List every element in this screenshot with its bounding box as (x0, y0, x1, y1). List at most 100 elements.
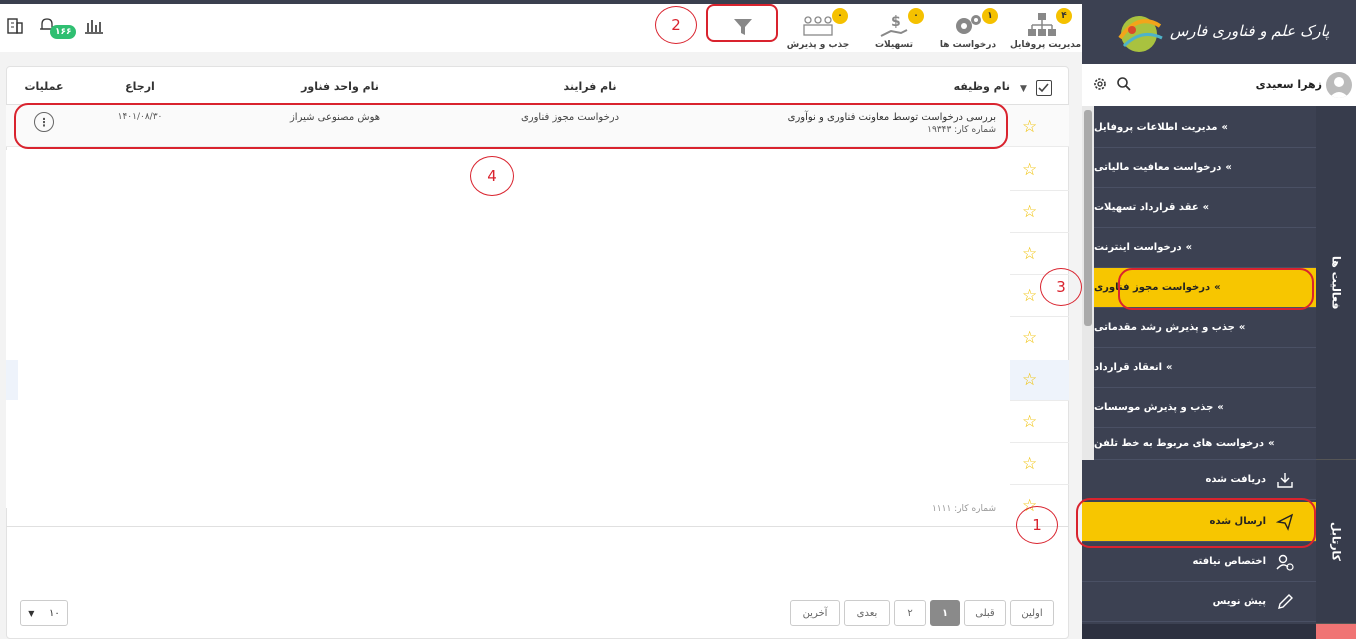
chevron-double-icon: » (1238, 322, 1246, 333)
topbar-item-label: درخواست ها (939, 40, 997, 50)
chevron-double-icon: » (1221, 122, 1228, 133)
sidebar-item-tax-exemption[interactable]: » درخواست معافیت مالیاتی (1094, 148, 1316, 188)
cartable-item-label: اختصاص نیافته (1192, 556, 1266, 567)
row-highlight-edge (6, 360, 18, 400)
pagination-last[interactable]: آخرین (790, 600, 840, 626)
annotation-number-2: 2 (655, 6, 697, 44)
page-size-value: ۱۰ (48, 607, 60, 619)
annotation-number-3: 3 (1040, 268, 1082, 306)
chevron-double-icon: » (1268, 438, 1275, 449)
table-bottom-divider (6, 526, 1069, 527)
sidebar-item-label: مدیریت اطلاعات پروفایل (1094, 122, 1218, 133)
cartable-unassigned[interactable]: اختصاص نیافته (1082, 542, 1316, 582)
pagination-page-1[interactable]: ۱ (930, 600, 960, 626)
collapse-sidebar-button[interactable] (1316, 624, 1356, 639)
row-divider (1010, 400, 1069, 401)
row-divider (1010, 190, 1069, 191)
avatar[interactable] (1326, 72, 1352, 98)
column-header-task[interactable]: نام وظیفه (930, 80, 1010, 93)
table-left-gutter (6, 150, 18, 508)
topbar-facilities[interactable]: $ ۰ تسهیلات (862, 8, 926, 50)
topbar-item-label: تسهیلات (874, 40, 914, 50)
tab-cartable[interactable]: کارتابل (1316, 460, 1356, 624)
sidebar-item-label: درخواست اینترنت (1094, 242, 1182, 253)
sidebar-item-internet-request[interactable]: » درخواست اینترنت (1094, 228, 1316, 268)
sidebar-scrollbar[interactable] (1082, 106, 1094, 460)
column-header-referral[interactable]: ارجاع (110, 80, 170, 93)
page-size-select[interactable]: ▼ ۱۰ (20, 600, 68, 626)
sidebar-item-label: درخواست های مربوط به خط تلفن (1094, 438, 1265, 449)
chevron-double-icon: » (1225, 162, 1232, 173)
cartable-item-label: پیش نویس (1212, 596, 1266, 607)
star-icon[interactable]: ☆ (1022, 370, 1037, 390)
sidebar-item-contract-conclusion[interactable]: » انعقاد قرارداد (1094, 348, 1316, 388)
row-divider (1010, 484, 1069, 485)
building-icon[interactable] (6, 16, 24, 38)
table-body-overlay (18, 150, 1010, 508)
brand-logo-text: پارک علم و فناوری فارس (1170, 22, 1330, 40)
brand-header: پارک علم و فناوری فارس (1082, 0, 1356, 64)
sidebar-item-facility-contract[interactable]: » عقد قرارداد تسهیلات (1094, 188, 1316, 228)
search-icon[interactable] (1116, 76, 1132, 95)
topbar-item-label: مدیریت پروفایل (1010, 40, 1082, 50)
user-name[interactable]: زهرا سعیدی (1242, 78, 1322, 91)
select-all-checkbox[interactable] (1036, 80, 1052, 96)
star-icon[interactable]: ☆ (1022, 244, 1037, 264)
pagination-page-2[interactable]: ۲ (894, 600, 926, 626)
star-icon[interactable]: ☆ (1022, 412, 1037, 432)
faded-row-text: شماره کار: ۱۱۱۱ (931, 504, 996, 514)
star-icon[interactable]: ☆ (1022, 160, 1037, 180)
column-header-process[interactable]: نام فرایند (540, 80, 640, 93)
profile-badge: ۴ (1056, 8, 1072, 24)
star-icon[interactable]: ☆ (1022, 202, 1037, 222)
annotation-number-4: 4 (470, 156, 514, 196)
tab-activities[interactable]: فعالیت ها (1316, 106, 1356, 460)
chevron-double-icon: » (1185, 242, 1193, 253)
facilities-badge: ۰ (908, 8, 924, 24)
annotation-highlight-sent (1076, 498, 1316, 548)
topbar-profile-management[interactable]: ۴ مدیریت پروفایل (1010, 8, 1082, 50)
sidebar-item-label: عقد قرارداد تسهیلات (1094, 202, 1199, 213)
topbar-recruitment[interactable]: ۰ جذب و پذیرش (786, 8, 850, 50)
annotation-highlight-tech-license (1118, 268, 1314, 310)
pagination-prev[interactable]: قبلی (964, 600, 1006, 626)
annotation-highlight-row (14, 103, 1008, 149)
money-hand-icon: $ (880, 14, 908, 37)
topbar-item-label: جذب و پذیرش (786, 40, 850, 50)
pagination-next[interactable]: بعدی (844, 600, 890, 626)
sidebar-item-label: انعقاد قرارداد (1094, 362, 1163, 373)
sidebar-scroll-thumb[interactable] (1084, 110, 1092, 326)
chart-bars-icon[interactable] (84, 18, 104, 37)
brand-logo (1110, 8, 1168, 61)
star-icon[interactable]: ☆ (1022, 117, 1037, 137)
settings-icon[interactable] (1092, 76, 1108, 95)
group-icon (803, 16, 833, 36)
pagination-first[interactable]: اولین (1010, 600, 1054, 626)
star-icon[interactable]: ☆ (1022, 286, 1037, 306)
inbox-download-icon (1277, 472, 1293, 488)
star-icon[interactable]: ☆ (1022, 454, 1037, 474)
sidebar-item-label: جذب و پذیرش رشد مقدماتی (1094, 322, 1235, 333)
select-dropdown-caret-icon[interactable]: ▼ (1020, 84, 1027, 94)
sidebar-item-label: جذب و پذیرش موسسات (1094, 402, 1214, 413)
sidebar-item-preliminary-growth[interactable]: » جذب و پذیرش رشد مقدماتی (1094, 308, 1316, 348)
cartable-received[interactable]: دریافت شده (1082, 460, 1316, 500)
gears-icon (956, 15, 981, 34)
cartable-draft[interactable]: پیش نویس (1082, 582, 1316, 622)
chevron-double-icon: » (1217, 402, 1224, 413)
svg-text:$: $ (891, 14, 901, 30)
sidebar-item-phone-line[interactable]: » درخواست های مربوط به خط تلفن (1094, 428, 1316, 460)
pencil-icon (1278, 593, 1293, 609)
cartable-item-label: دریافت شده (1205, 474, 1266, 485)
topbar-requests[interactable]: ۱ درخواست ها (936, 8, 1000, 50)
org-chart-icon (1028, 13, 1056, 36)
sidebar-item-institutes[interactable]: » جذب و پذیرش موسسات (1094, 388, 1316, 428)
row-highlight-edge (1010, 360, 1069, 400)
star-icon[interactable]: ☆ (1022, 328, 1037, 348)
sidebar-item-profile-info[interactable]: » مدیریت اطلاعات پروفایل (1094, 108, 1316, 148)
row-divider (1010, 316, 1069, 317)
column-header-unit[interactable]: نام واحد فناور (280, 80, 400, 93)
user-row: زهرا سعیدی (1082, 64, 1356, 106)
row-divider (1010, 442, 1069, 443)
annotation-number-1: 1 (1016, 506, 1058, 544)
